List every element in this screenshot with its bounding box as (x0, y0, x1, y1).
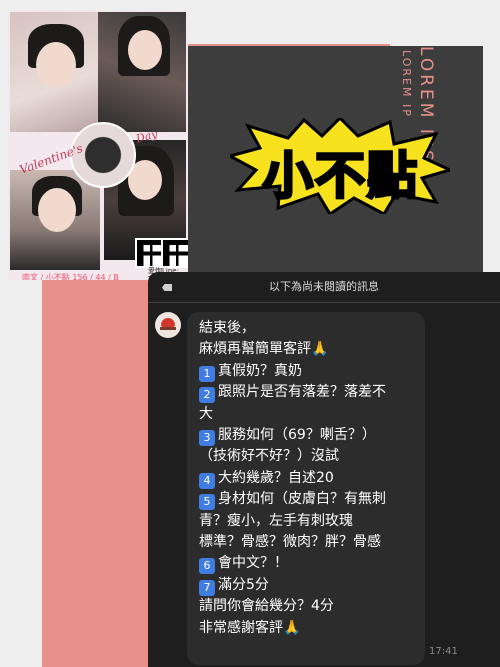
number-badge-icon: 6 (199, 558, 215, 575)
number-badge-icon: 2 (199, 387, 215, 404)
photo-collage[interactable]: Valentine's Day 肉文 / 小不點 156 / 44 / B 愛炮… (8, 10, 188, 280)
message-line: 1 真假奶？真奶 (199, 361, 415, 382)
message-line: 非常感謝客評🙏 (199, 618, 415, 639)
message-line-text: 真假奶？真奶 (218, 362, 302, 379)
message-line-text: 大 (199, 405, 213, 422)
message-line-text: 請問你會給幾分？4分 (199, 598, 334, 615)
tag-icon (162, 284, 172, 291)
title-text: 小不點 (262, 146, 419, 207)
number-badge-icon: 3 (199, 430, 215, 447)
message-line: 5 身材如何（皮膚白？有無刺 (199, 489, 415, 511)
message-line-text: 標準？骨感？微肉？胖？骨感 (199, 534, 381, 551)
photo-2 (98, 12, 186, 132)
avatar-icon[interactable] (155, 312, 181, 338)
message-bubble[interactable]: 結束後， 麻煩再幫簡單客評🙏 1 真假奶？真奶 2 跟照片是否有落差？落差不大 3 服務如何（… (187, 312, 425, 665)
message-line-text: 麻煩再幫簡單客評🙏 (199, 341, 329, 358)
message-line-text: 結束後， (199, 320, 255, 336)
poster-pink-strip (42, 292, 150, 667)
message-line: 大 (199, 404, 415, 425)
poster-title: 小不點 (230, 118, 450, 214)
message-line: 3 服務如何（69？喇舌？） (199, 425, 415, 447)
unread-divider: 以下為尚未閱讀的訊息 (148, 272, 500, 303)
number-badge-icon: 4 (199, 472, 215, 489)
message-line: 6 會中文？！ (199, 553, 415, 575)
photo-3 (10, 170, 100, 270)
message-line-text: 身材如何（皮膚白？有無刺 (218, 491, 386, 508)
message-line-text: 滿分5分 (218, 576, 269, 593)
message-line: 麻煩再幫簡單客評🙏 (199, 339, 415, 360)
message-line-text: 青？瘦小，左手有刺玫瑰 (199, 512, 353, 529)
number-badge-icon: 7 (199, 579, 215, 596)
qr-code-2 (161, 238, 188, 268)
message-line-text: 服務如何（69？喇舌？） (218, 427, 376, 444)
photo-1 (10, 12, 100, 132)
message-line-text: 會中文？！ (218, 555, 288, 572)
message-line-text: 非常感謝客評🙏 (199, 619, 301, 636)
message-line: （技術好不好？）沒試 (199, 446, 415, 467)
message-line: 青？瘦小，左手有刺玫瑰 (199, 511, 415, 532)
message-line: 標準？骨感？微肉？胖？骨感 (199, 532, 415, 553)
message-line: 結束後， (199, 318, 415, 339)
chat-panel: 以下為尚未閱讀的訊息 結束後， 麻煩再幫簡單客評🙏 1 真假奶？真奶 2 跟照片是否有落差… (148, 272, 500, 667)
number-badge-icon: 5 (199, 494, 215, 511)
message-timestamp: 17:41 (429, 646, 458, 657)
message-line: 7 滿分5分 (199, 575, 415, 596)
number-badge-icon: 1 (199, 365, 215, 382)
message-line: 2 跟照片是否有落差？落差不 (199, 382, 415, 404)
message-line: 4 大約幾歲？自述20 (199, 468, 415, 489)
message-line: 請問你會給幾分？4分 (199, 596, 415, 617)
lorem-small-text: LOREM IP (400, 50, 413, 118)
unread-label: 以下為尚未閱讀的訊息 (269, 280, 379, 293)
collage-caption: 肉文 / 小不點 156 / 44 / B (22, 273, 119, 280)
message-line-text: 大約幾歲？自述20 (218, 469, 334, 486)
message-line-text: 跟照片是否有落差？落差不 (218, 384, 386, 401)
message-line-text: （技術好不好？）沒試 (199, 448, 339, 465)
